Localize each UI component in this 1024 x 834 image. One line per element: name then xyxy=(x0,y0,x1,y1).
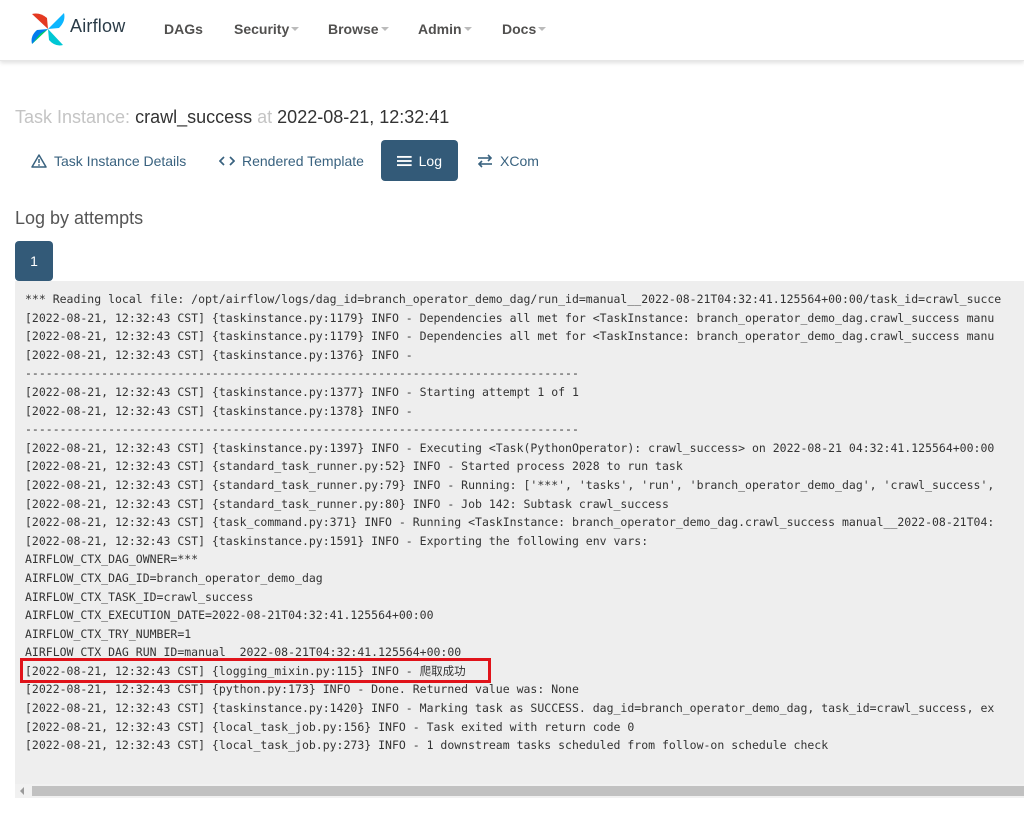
code-brackets-icon xyxy=(219,155,235,166)
log-line: [2022-08-21, 12:32:43 CST] {taskinstance… xyxy=(25,403,413,418)
log-line: [2022-08-21, 12:32:43 CST] {standard_tas… xyxy=(25,477,995,492)
log-line: [2022-08-21, 12:32:43 CST] {local_task_j… xyxy=(25,738,829,753)
page-title: Task Instance: crawl_success at 2022-08-… xyxy=(15,107,449,128)
tab-label: XCom xyxy=(500,152,539,169)
tab-rendered-template[interactable]: Rendered Template xyxy=(219,140,364,181)
log-heading: Log by attempts xyxy=(15,208,144,228)
nav-admin-label: Admin xyxy=(418,21,462,37)
log-line: [2022-08-21, 12:32:43 CST] {taskinstance… xyxy=(25,384,579,399)
caret-down-icon xyxy=(463,27,472,32)
task-instance-tabs: Task Instance Details Rendered Template … xyxy=(15,140,615,181)
tab-label: Task Instance Details xyxy=(54,152,187,169)
warning-triangle-icon xyxy=(31,153,47,168)
log-line: AIRFLOW_CTX_DAG_ID=branch_operator_demo_… xyxy=(25,570,323,585)
nav-security-label: Security xyxy=(234,21,290,37)
scrollbar-thumb[interactable] xyxy=(32,786,1024,796)
title-prefix: Task Instance: xyxy=(15,107,131,127)
nav-browse-dropdown[interactable]: Browse xyxy=(328,21,389,37)
airflow-pinwheel-icon xyxy=(31,13,65,46)
tab-label: Rendered Template xyxy=(242,152,364,169)
log-line: AIRFLOW_CTX_TRY_NUMBER=1 xyxy=(25,626,192,641)
log-line: ----------------------------------------… xyxy=(25,366,579,381)
list-lines-icon xyxy=(397,155,412,166)
brand-logo-link[interactable]: Airflow xyxy=(29,10,125,48)
nav-security-dropdown[interactable]: Security xyxy=(234,21,300,37)
nav-dags[interactable]: DAGs xyxy=(164,21,203,37)
tab-log[interactable]: Log xyxy=(381,140,458,181)
tab-label: Log xyxy=(418,152,442,169)
log-line: [2022-08-21, 12:32:43 CST] {task_command… xyxy=(25,515,995,530)
log-line: [2022-08-21, 12:32:43 CST] {taskinstance… xyxy=(25,347,413,362)
caret-down-icon xyxy=(538,27,547,32)
tab-xcom[interactable]: XCom xyxy=(477,140,539,181)
nav-docs-dropdown[interactable]: Docs xyxy=(502,21,547,37)
log-line: [2022-08-21, 12:32:43 CST] {local_task_j… xyxy=(25,719,635,734)
log-line: AIRFLOW_CTX_EXECUTION_DATE=2022-08-21T04… xyxy=(25,608,434,623)
log-line: [2022-08-21, 12:32:43 CST] {taskinstance… xyxy=(25,533,649,548)
log-viewer[interactable]: *** Reading local file: /opt/airflow/log… xyxy=(15,281,1024,798)
nav-admin-dropdown[interactable]: Admin xyxy=(418,21,472,37)
tab-task-instance-details[interactable]: Task Instance Details xyxy=(31,140,186,181)
log-text: *** Reading local file: /opt/airflow/log… xyxy=(25,290,1001,755)
log-line: AIRFLOW_CTX_TASK_ID=crawl_success xyxy=(25,589,254,604)
execution-date: 2022-08-21, 12:32:41 xyxy=(277,107,450,127)
log-line: AIRFLOW_CTX_DAG_OWNER=*** xyxy=(25,552,199,567)
highlight-box xyxy=(20,658,491,683)
caret-down-icon xyxy=(291,27,300,32)
brand-name: Airflow xyxy=(70,15,126,36)
caret-down-icon xyxy=(380,27,389,32)
nav-dags-label: DAGs xyxy=(164,21,203,37)
top-navbar: Airflow DAGs Security Browse Admin Docs xyxy=(0,0,1024,61)
log-line: [2022-08-21, 12:32:43 CST] {taskinstance… xyxy=(25,329,995,344)
attempt-1-button[interactable]: 1 xyxy=(15,241,53,281)
log-line: [2022-08-21, 12:32:43 CST] {python.py:17… xyxy=(25,682,579,697)
log-line: [2022-08-21, 12:32:43 CST] {taskinstance… xyxy=(25,440,995,455)
swap-arrows-icon xyxy=(477,153,493,168)
horizontal-scrollbar[interactable] xyxy=(15,784,1024,798)
title-at: at xyxy=(257,107,273,127)
nav-browse-label: Browse xyxy=(328,21,379,37)
log-line: [2022-08-21, 12:32:43 CST] {standard_tas… xyxy=(25,496,669,511)
log-line: ----------------------------------------… xyxy=(25,422,579,437)
nav-docs-label: Docs xyxy=(502,21,537,37)
task-id: crawl_success xyxy=(135,107,253,127)
log-line: [2022-08-21, 12:32:43 CST] {standard_tas… xyxy=(25,459,683,474)
scroll-left-arrow-icon[interactable] xyxy=(20,787,24,795)
log-line: *** Reading local file: /opt/airflow/log… xyxy=(25,292,1002,306)
log-line: [2022-08-21, 12:32:43 CST] {taskinstance… xyxy=(25,701,995,716)
log-line: [2022-08-21, 12:32:43 CST] {taskinstance… xyxy=(25,310,995,325)
